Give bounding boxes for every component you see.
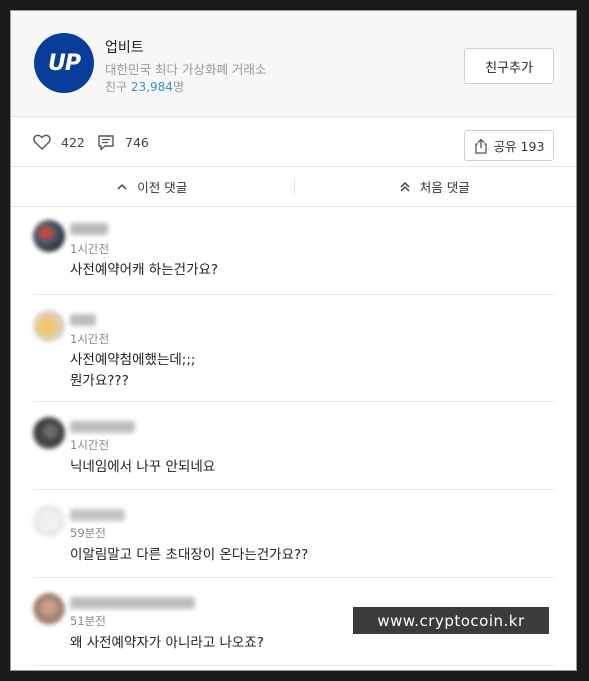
friends-suffix: 명 — [172, 80, 184, 94]
comment-text: 이알림말고 다른 초대장이 온다는건가요?? — [70, 547, 309, 563]
comment-icon — [98, 134, 114, 150]
avatar[interactable] — [33, 310, 65, 342]
avatar[interactable] — [33, 505, 65, 537]
author-name-blurred[interactable] — [70, 314, 96, 326]
share-button[interactable]: 공유 193 — [464, 130, 554, 161]
author-name-blurred[interactable] — [70, 597, 195, 609]
author-name-blurred[interactable] — [70, 509, 125, 521]
friends-label: 친구 — [105, 80, 128, 94]
avatar[interactable] — [33, 417, 65, 449]
comment-button[interactable]: 746 — [97, 117, 149, 167]
comment-time: 51분전 — [70, 614, 106, 628]
first-comments-label: 처음 댓글 — [419, 180, 470, 195]
channel-description: 대한민국 최다 가상화폐 거래소 — [105, 62, 267, 77]
nav-divider — [294, 179, 295, 195]
channel-card: UP 업비트 대한민국 최다 가상화폐 거래소 친구 23,984명 친구추가 — [11, 11, 576, 117]
comment-item: 1시간전 사전예약첨에했는데;;; 뭔가요??? — [33, 295, 554, 402]
comment-navigation: 이전 댓글 처음 댓글 — [11, 167, 576, 207]
share-label: 공유 193 — [493, 139, 545, 154]
comment-time: 1시간전 — [70, 242, 110, 256]
friends-number: 23,984 — [130, 80, 173, 94]
comment-text: 왜 사전예약자가 아니라고 나오죠? — [70, 635, 264, 651]
comment-item: 1시간전 닉네임에서 나꾸 안되네요 — [33, 402, 554, 490]
comment-time: 59분전 — [70, 526, 106, 540]
like-count: 422 — [61, 134, 85, 150]
comment-item: 59분전 이알림말고 다른 초대장이 온다는건가요?? — [33, 490, 554, 578]
channel-name[interactable]: 업비트 — [105, 37, 144, 57]
logo-text: UP — [48, 50, 81, 76]
comment-text: 사전예약어캐 하는건가요? — [70, 262, 219, 278]
heart-icon — [33, 134, 51, 150]
friends-count: 친구 23,984명 — [105, 78, 184, 95]
comment-time: 1시간전 — [70, 332, 110, 346]
avatar[interactable] — [33, 593, 65, 625]
prev-comments-button[interactable]: 이전 댓글 — [11, 167, 294, 206]
avatar[interactable] — [33, 220, 65, 252]
post-frame: UP 업비트 대한민국 최다 가상화폐 거래소 친구 23,984명 친구추가 … — [10, 10, 577, 671]
add-friend-button[interactable]: 친구추가 — [464, 48, 554, 84]
comment-text: 사전예약첨에했는데;;; — [70, 352, 196, 368]
chevron-up-icon — [117, 183, 127, 190]
watermark: www.cryptocoin.kr — [353, 607, 549, 634]
channel-logo[interactable]: UP — [34, 33, 94, 93]
comment-text: 닉네임에서 나꾸 안되네요 — [70, 459, 216, 475]
author-name-blurred[interactable] — [70, 223, 108, 235]
comment-count: 746 — [125, 134, 149, 150]
share-icon — [474, 138, 487, 154]
comment-list: 1시간전 사전예약어캐 하는건가요? 1시간전 사전예약첨에했는데;;; 뭔가요… — [11, 207, 576, 666]
double-chevron-up-icon — [400, 181, 410, 192]
comment-item: 1시간전 사전예약어캐 하는건가요? — [33, 207, 554, 295]
prev-comments-label: 이전 댓글 — [137, 180, 188, 195]
comment-text-line2: 뭔가요??? — [70, 373, 129, 389]
first-comments-button[interactable]: 처음 댓글 — [294, 167, 577, 206]
author-name-blurred[interactable] — [70, 421, 135, 433]
reaction-bar: 422 746 공유 193 — [11, 117, 576, 167]
like-button[interactable]: 422 — [33, 117, 85, 167]
comment-time: 1시간전 — [70, 438, 110, 452]
